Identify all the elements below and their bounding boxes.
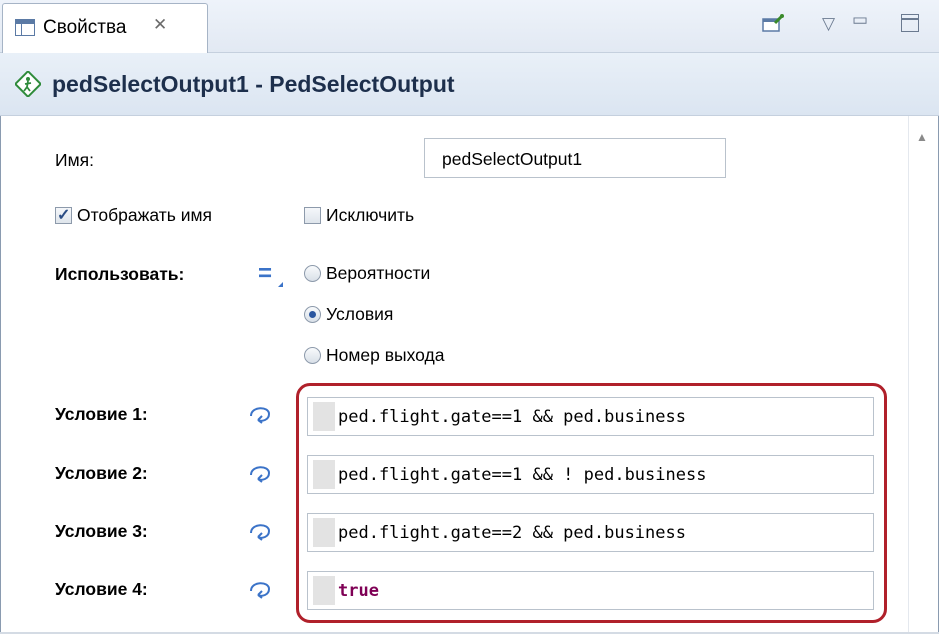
maximize-icon[interactable] (901, 14, 919, 32)
radio-exit-number-label: Номер выхода (326, 345, 445, 365)
dynamic-value-icon[interactable] (246, 402, 274, 426)
ped-select-output-icon (15, 71, 41, 97)
condition-1-label: Условие 1: (55, 404, 148, 424)
tab-label: Свойства (43, 17, 127, 38)
use-label: Использовать: (55, 264, 185, 284)
condition-4-label: Условие 4: (55, 579, 148, 599)
close-icon[interactable]: ✕ (153, 15, 167, 35)
name-label: Имя: (55, 150, 94, 170)
page-title: pedSelectOutput1 - PedSelectOutput (52, 71, 455, 97)
view-menu-icon[interactable]: ▽ (822, 14, 835, 34)
radio-conditions-label: Условия (326, 304, 394, 324)
condition-3-label: Условие 3: (55, 521, 148, 541)
radio-probabilities[interactable] (304, 265, 321, 282)
properties-icon (15, 19, 35, 36)
radio-probabilities-label: Вероятности (326, 263, 431, 283)
scroll-up-icon[interactable]: ▲ (916, 130, 928, 144)
static-value-icon[interactable]: = (258, 260, 284, 288)
dynamic-value-icon[interactable] (246, 577, 274, 601)
tab-properties[interactable]: Свойства ✕ (2, 3, 208, 53)
dynamic-value-icon[interactable] (246, 461, 274, 485)
condition-2-label: Условие 2: (55, 463, 148, 483)
properties-header: pedSelectOutput1 - PedSelectOutput (0, 53, 939, 116)
conditions-highlight (296, 383, 887, 623)
exclude-checkbox[interactable] (304, 207, 321, 224)
radio-conditions[interactable] (304, 306, 321, 323)
show-name-label: Отображать имя (77, 205, 212, 225)
tab-bar: Свойства ✕ ▽ ▭ (0, 0, 939, 53)
pin-icon[interactable] (762, 14, 784, 32)
name-input[interactable]: pedSelectOutput1 (424, 138, 726, 178)
radio-exit-number[interactable] (304, 347, 321, 364)
dynamic-value-icon[interactable] (246, 519, 274, 543)
show-name-checkbox[interactable] (55, 205, 72, 225)
exclude-label: Исключить (326, 205, 415, 225)
minimize-icon[interactable]: ▭ (852, 10, 868, 30)
scrollbar-track[interactable] (908, 116, 909, 634)
